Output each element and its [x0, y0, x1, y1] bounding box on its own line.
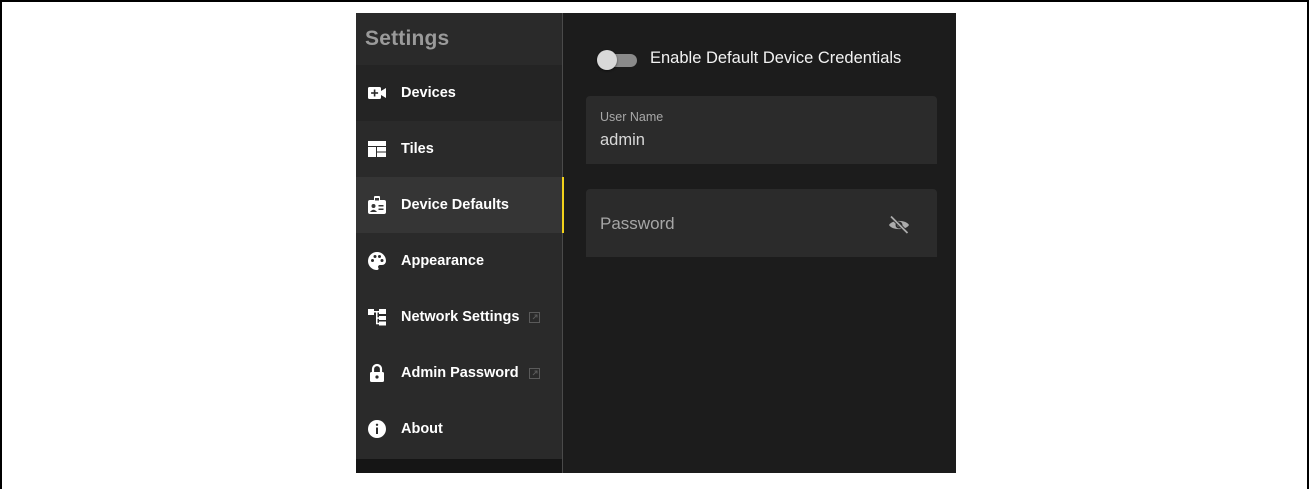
sidebar-item-about[interactable]: About: [356, 401, 562, 457]
sidebar-item-label: Devices: [401, 85, 456, 101]
badge-account-icon: [367, 195, 387, 215]
sidebar-item-devices[interactable]: Devices: [356, 65, 562, 121]
sidebar-item-label: Network Settings: [401, 309, 520, 325]
sidebar-item-tiles[interactable]: Tiles: [356, 121, 562, 177]
open-in-new-icon: [528, 367, 540, 379]
palette-icon: [367, 251, 387, 271]
settings-app: Settings Devices Tiles Device Defaults A…: [356, 13, 956, 473]
sidebar-divider: [562, 13, 563, 473]
sidebar: Settings Devices Tiles Device Defaults A…: [356, 13, 562, 459]
network-icon: [367, 307, 387, 327]
sidebar-item-appearance[interactable]: Appearance: [356, 233, 562, 289]
username-value: admin: [600, 131, 645, 149]
video-plus-icon: [367, 83, 387, 103]
sidebar-item-label: Admin Password: [401, 365, 519, 381]
sidebar-title: Settings: [365, 27, 450, 50]
info-icon: [367, 419, 387, 439]
sidebar-footer: [356, 459, 562, 473]
password-field[interactable]: Password: [586, 189, 937, 257]
sidebar-item-label: Tiles: [401, 141, 434, 157]
sidebar-item-admin-password[interactable]: Admin Password: [356, 345, 562, 401]
toggle-label: Enable Default Device Credentials: [650, 49, 902, 67]
lock-icon: [367, 363, 387, 383]
open-in-new-icon: [529, 311, 541, 323]
sidebar-item-device-defaults[interactable]: Device Defaults: [356, 177, 562, 233]
enable-default-credentials-toggle[interactable]: [597, 50, 639, 70]
sidebar-item-network-settings[interactable]: Network Settings: [356, 289, 562, 345]
username-field[interactable]: User Name admin: [586, 96, 937, 164]
sidebar-item-label: Device Defaults: [401, 197, 509, 213]
sidebar-item-label: Appearance: [401, 253, 485, 269]
toggle-thumb: [597, 50, 617, 70]
username-label: User Name: [600, 110, 664, 124]
active-indicator: [562, 177, 564, 233]
sidebar-item-label: About: [401, 421, 443, 437]
tiles-icon: [367, 139, 387, 159]
password-placeholder: Password: [600, 214, 675, 233]
eye-off-icon[interactable]: [887, 213, 911, 237]
